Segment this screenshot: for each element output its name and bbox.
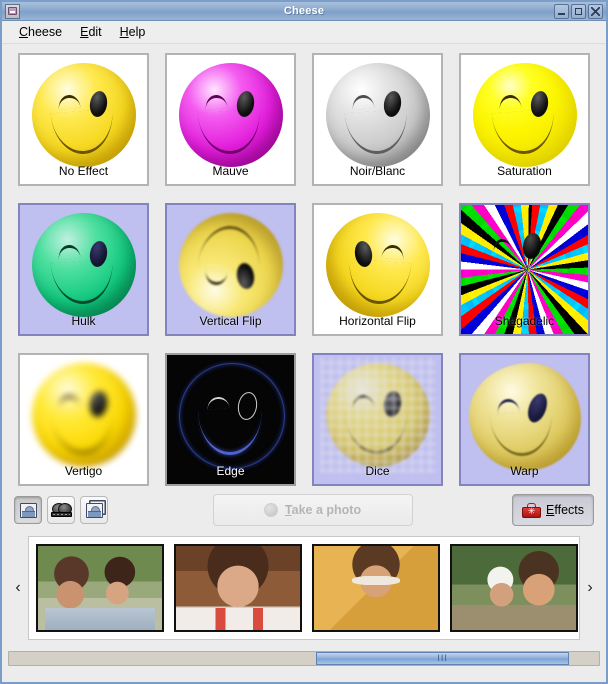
window-title: Cheese [283,5,325,17]
menu-cheese[interactable]: Cheese [10,23,71,41]
smiley-preview-icon [325,62,430,167]
take-photo-label: Take a photo [284,503,362,517]
effect-tile-edge[interactable]: Edge [165,353,296,486]
effect-tile-hulk[interactable]: Hulk [18,203,149,336]
effect-tile-no-effect[interactable]: No Effect [18,53,149,186]
effect-tile-mauve[interactable]: Mauve [165,53,296,186]
effect-tile-dice[interactable]: Dice [312,353,443,486]
scrollbar-thumb[interactable]: III [315,651,570,665]
smiley-preview-icon [319,356,436,473]
smiley-preview-icon [178,212,283,317]
effect-tile-vertigo[interactable]: Vertigo [18,353,149,486]
smiley-preview-icon [31,62,136,167]
effect-label: Hulk [71,314,96,328]
photo-thumbnail-3[interactable] [312,544,440,632]
toolbox-icon [522,502,541,518]
menu-help[interactable]: Help [111,23,155,41]
effect-label: Saturation [497,164,552,178]
effect-label: Vertigo [64,464,103,478]
effect-tile-shagadelic[interactable]: Shagadelic [459,203,590,336]
smiley-preview-icon [472,62,577,167]
video-icon [50,503,72,517]
photo-mode-button[interactable] [14,496,42,524]
smiley-preview-icon [31,362,136,467]
effect-tile-saturation[interactable]: Saturation [459,53,590,186]
thumbnail-list[interactable] [28,536,580,640]
photo-thumbnail-1[interactable] [36,544,164,632]
smiley-preview-icon [178,362,285,469]
video-mode-button[interactable] [47,496,75,524]
shutter-dot-icon [263,503,278,517]
effect-label: No Effect [58,164,109,178]
horizontal-scrollbar[interactable]: III [8,648,600,668]
smiley-preview-icon [325,212,430,317]
smiley-preview-icon [178,62,283,167]
burst-mode-button[interactable] [80,496,108,524]
thumbnail-bar: ‹ › [8,532,600,644]
effect-label: Warp [510,464,539,478]
photo-thumbnail-2[interactable] [174,544,302,632]
effect-label: Noir/Blanc [349,164,406,178]
effect-label: Mauve [212,164,249,178]
smiley-preview-icon [468,362,581,471]
thumbnails-next-arrow-icon[interactable]: › [580,579,600,597]
menu-edit[interactable]: Edit [71,23,111,41]
photo-thumbnail-4[interactable] [450,544,578,632]
smiley-preview-icon [31,212,136,317]
capture-toolbar: Take a photo Effects [2,488,606,532]
cheese-window: Cheese Cheese Edit Help No Effect Mauve … [0,0,608,684]
main-content: No Effect Mauve Noir/Blanc Saturation Hu… [2,44,606,682]
scrollbar-trough[interactable]: III [8,650,600,666]
minimize-button[interactable] [554,3,569,19]
effects-row: Vertigo Edge Dice Warp [18,353,590,486]
effect-label: Horizontal Flip [339,314,416,328]
burst-icon [85,502,103,518]
menubar: Cheese Edit Help [2,21,606,44]
effect-tile-horizontal-flip[interactable]: Horizontal Flip [312,203,443,336]
effects-grid: No Effect Mauve Noir/Blanc Saturation Hu… [2,44,606,488]
window-controls [554,3,604,19]
effect-label: Dice [365,464,390,478]
cheese-app-icon [5,3,20,19]
effects-toggle-button[interactable]: Effects [512,494,594,526]
maximize-button[interactable] [571,3,586,19]
effect-tile-noir-blanc[interactable]: Noir/Blanc [312,53,443,186]
take-photo-button[interactable]: Take a photo [212,494,413,526]
titlebar[interactable]: Cheese [2,2,606,21]
effect-label: Edge [216,464,245,478]
effect-tile-vertical-flip[interactable]: Vertical Flip [165,203,296,336]
effect-label: Vertical Flip [199,314,262,328]
effects-label: Effects [546,503,584,517]
thumbnails-prev-arrow-icon[interactable]: ‹ [8,579,28,597]
effect-tile-warp[interactable]: Warp [459,353,590,486]
mode-button-group [14,496,113,524]
effects-row: Hulk Vertical Flip Horizontal Flip Shaga… [18,203,590,336]
close-button[interactable] [588,3,603,19]
photo-icon [19,502,37,518]
effect-label: Shagadelic [494,314,555,328]
effects-row: No Effect Mauve Noir/Blanc Saturation [18,53,590,186]
